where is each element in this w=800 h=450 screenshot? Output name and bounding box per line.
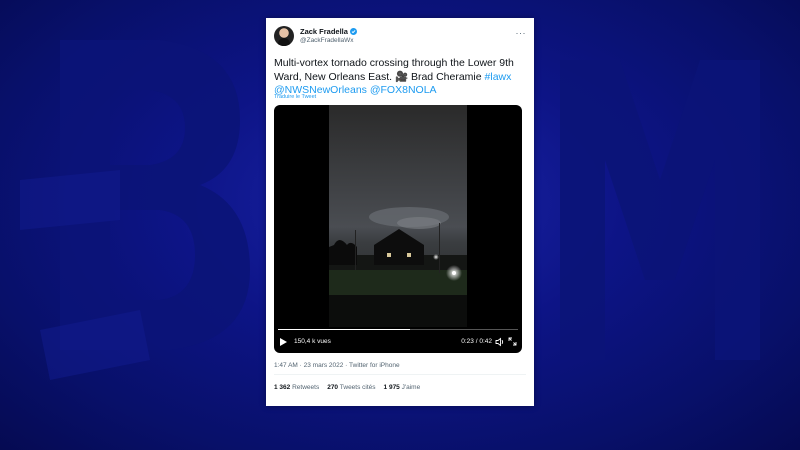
translate-link[interactable]: Traduire le Tweet [274,94,316,100]
video-frame [329,105,467,327]
likes-count: 1 975 [383,384,400,391]
tweet-text-main: Multi-vortex tornado crossing through th… [274,57,514,83]
play-icon[interactable] [280,338,287,346]
more-icon[interactable]: ··· [516,28,527,38]
quotes-count: 270 [327,384,339,391]
video-time: 0:23 / 0:42 [461,338,492,345]
tweet-stats: 1 362 Retweets 270 Tweets cités 1 975 J'… [274,384,420,391]
retweets-stat[interactable]: 1 362 Retweets [274,384,319,391]
fullscreen-icon[interactable] [508,337,517,346]
video-progress-bar[interactable] [278,329,518,330]
hashtag-link[interactable]: #lawx [485,71,512,83]
video-player[interactable]: 150,4 k vues 0:23 / 0:42 [274,105,522,353]
tweet-timestamp[interactable]: 1:47 AM · 23 mars 2022 · Twitter for iPh… [274,362,400,369]
mention-link-fox8[interactable]: @FOX8NOLA [370,84,437,96]
volume-icon[interactable] [495,337,505,347]
tweet-header: Zack Fradella @ZackFradellaWx ··· [274,26,526,48]
verified-badge-icon [349,28,357,35]
video-progress-fill [278,329,410,330]
author-name-row: Zack Fradella [300,27,357,36]
quotes-label: Tweets cités [339,384,376,391]
tweet-text: Multi-vortex tornado crossing through th… [274,57,530,98]
likes-label: J'aime [401,384,421,391]
video-views: 150,4 k vues [294,338,331,345]
retweets-label: Retweets [292,384,320,391]
tweet-card: Zack Fradella @ZackFradellaWx ··· Multi-… [266,18,534,406]
author-handle[interactable]: @ZackFradellaWx [300,37,354,44]
avatar[interactable] [274,26,294,46]
quotes-stat[interactable]: 270 Tweets cités [327,384,375,391]
video-controls: 150,4 k vues 0:23 / 0:42 [274,335,522,349]
likes-stat[interactable]: 1 975 J'aime [384,384,421,391]
author-name[interactable]: Zack Fradella [300,27,348,36]
retweets-count: 1 362 [274,384,291,391]
divider [274,374,526,375]
